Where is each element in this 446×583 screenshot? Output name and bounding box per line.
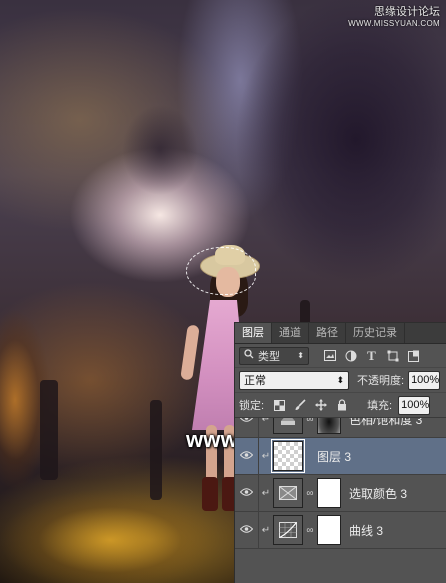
layer-row-hue-saturation[interactable]: ↵ ∞ 色相/饱和度 3 [235,418,446,438]
curves-thumbnail[interactable] [273,515,303,545]
clipping-arrow-icon: ↵ [261,418,271,425]
blend-mode-select[interactable]: 正常 ⬍ [239,370,349,390]
layer-name[interactable]: 选取颜色 3 [349,485,407,502]
tree-trunk [40,380,58,480]
watermark-site-url: WWW.MISSYUAN.COM [348,19,440,28]
visibility-toggle[interactable] [235,418,259,437]
blend-mode-value: 正常 [244,375,266,387]
layers-panel: 图层 通道 路径 历史记录 类型 ⬍ T 正常 ⬍ 不透明度: 100% 锁定:… [234,322,446,583]
shape-filter-icon[interactable] [386,349,399,362]
link-icon[interactable]: ∞ [303,525,317,536]
tree-trunk [150,400,162,500]
layer-mask-thumbnail[interactable] [317,418,341,434]
eye-icon [239,418,254,425]
marching-ants-selection[interactable] [186,247,256,295]
tab-layers[interactable]: 图层 [235,323,272,343]
layer-name[interactable]: 图层 3 [317,448,351,465]
eye-icon [239,487,254,499]
panel-tabs: 图层 通道 路径 历史记录 [235,323,446,344]
eye-icon [239,450,254,462]
tab-paths[interactable]: 路径 [309,323,346,343]
lock-all-icon[interactable] [335,398,349,412]
watermark-top: 思缘设计论坛 WWW.MISSYUAN.COM [348,6,440,30]
text-filter-icon[interactable]: T [365,348,378,363]
search-icon [244,349,254,362]
watermark-site-name: 思缘设计论坛 [374,6,440,18]
layer-row-selective-color[interactable]: ↵ ∞ 选取颜色 3 [235,474,446,512]
clipping-arrow-icon: ↵ [261,450,271,462]
chevron-updown-icon: ⬍ [336,374,344,385]
filter-kind-select[interactable]: 类型 ⬍ [239,346,309,365]
lock-label: 锁定: [239,400,265,412]
layer-row-curves[interactable]: ↵ ∞ 曲线 3 [235,511,446,549]
visibility-toggle[interactable] [235,511,259,549]
visibility-toggle[interactable] [235,474,259,512]
layer-list: ↵ ∞ 色相/饱和度 3 ↵ 图层 3 ↵ ∞ 选取颜色 3 ↵ ∞ 曲线 3 [235,418,446,549]
chevron-updown-icon: ⬍ [297,351,304,360]
tab-history[interactable]: 历史记录 [346,323,405,343]
visibility-toggle[interactable] [235,437,259,475]
layer-row-layer-3[interactable]: ↵ 图层 3 [235,437,446,475]
adjustment-thumbnail[interactable] [273,418,303,434]
selective-color-thumbnail[interactable] [273,478,303,508]
smart-object-filter-icon[interactable] [407,349,420,362]
fill-label: 填充: [367,400,393,412]
clipping-arrow-icon: ↵ [261,487,271,499]
image-filter-icon[interactable] [323,349,336,362]
layer-thumbnail[interactable] [271,439,305,473]
lock-row: 锁定: 填充: 100% [235,393,446,418]
blend-row: 正常 ⬍ 不透明度: 100% [235,368,446,393]
tab-channels[interactable]: 通道 [272,323,309,343]
layer-mask-thumbnail[interactable] [317,478,341,508]
opacity-field[interactable]: 100% [408,370,441,390]
boot [202,477,218,511]
lock-paint-icon[interactable] [293,398,307,412]
layer-name[interactable]: 曲线 3 [349,522,383,539]
lock-transparent-icon[interactable] [272,398,286,412]
adjustment-filter-icon[interactable] [344,349,357,362]
opacity-label: 不透明度: [357,375,405,387]
layer-name[interactable]: 色相/饱和度 3 [349,418,422,428]
eye-icon [239,524,254,536]
link-icon[interactable]: ∞ [303,418,317,425]
lock-move-icon[interactable] [314,398,328,412]
filter-row: 类型 ⬍ T [235,344,446,368]
link-icon[interactable]: ∞ [303,488,317,499]
arm [180,324,200,381]
fill-field[interactable]: 100% [398,395,431,415]
clipping-arrow-icon: ↵ [261,524,271,536]
layer-mask-thumbnail[interactable] [317,515,341,545]
leaves-silhouette [100,90,220,210]
filter-kind-label: 类型 [258,350,280,363]
